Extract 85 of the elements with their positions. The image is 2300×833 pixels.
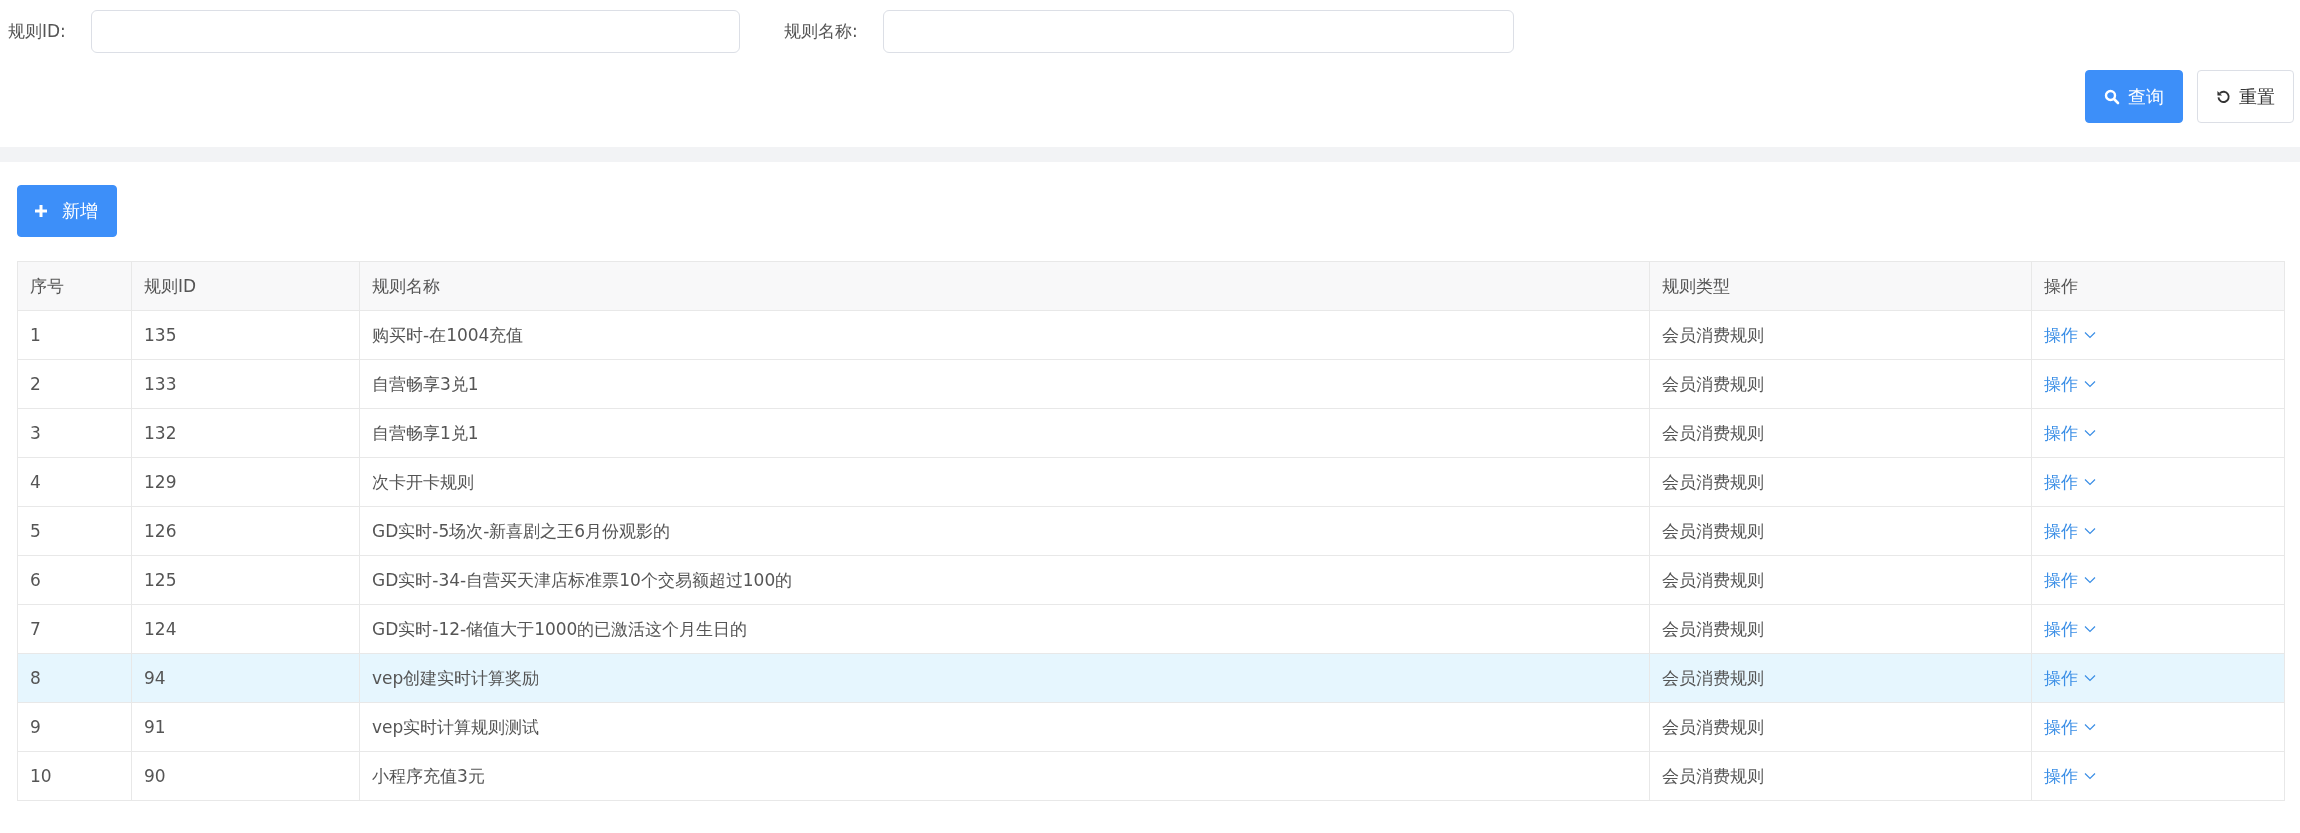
table-row[interactable]: 4 129 次卡开卡规则 会员消费规则 操作 xyxy=(17,457,2285,507)
action-dropdown[interactable]: 操作 xyxy=(2044,470,2096,494)
table-row[interactable]: 1 135 购买时-在1004充值 会员消费规则 操作 xyxy=(17,310,2285,360)
action-dropdown[interactable]: 操作 xyxy=(2044,372,2096,396)
table-cell: 1 xyxy=(17,310,132,360)
table-cell: 2 xyxy=(17,359,132,409)
chevron-down-icon xyxy=(2084,380,2096,388)
chevron-down-icon xyxy=(2084,331,2096,339)
table-cell: 会员消费规则 xyxy=(1649,506,2032,556)
table-cell: 91 xyxy=(131,702,360,752)
plus-icon xyxy=(34,204,48,218)
search-button[interactable]: 查询 xyxy=(2085,70,2183,123)
table-cell: 126 xyxy=(131,506,360,556)
table-row[interactable]: 10 90 小程序充值3元 会员消费规则 操作 xyxy=(17,751,2285,801)
table-cell: 8 xyxy=(17,653,132,703)
table-cell: 10 xyxy=(17,751,132,801)
column-header: 序号 xyxy=(17,261,132,311)
input-field[interactable] xyxy=(91,10,740,53)
table-row[interactable]: 6 125 GD实时-34-自营买天津店标准票10个交易额超过100的 会员消费规则 操作 xyxy=(17,555,2285,605)
column-header: 操作 xyxy=(2031,261,2285,311)
table-cell: 会员消费规则 xyxy=(1649,702,2032,752)
action-dropdown[interactable]: 操作 xyxy=(2044,568,2096,592)
table-cell: 129 xyxy=(131,457,360,507)
table-row[interactable]: 2 133 自营畅享3兑1 会员消费规则 操作 xyxy=(17,359,2285,409)
action-dropdown[interactable]: 操作 xyxy=(2044,519,2096,543)
table-cell: GD实时-5场次-新喜剧之王6月份观影的 xyxy=(359,506,1650,556)
action-dropdown[interactable]: 操作 xyxy=(2044,617,2096,641)
table-cell: 124 xyxy=(131,604,360,654)
search-icon xyxy=(2104,88,2120,105)
action-dropdown[interactable]: 操作 xyxy=(2044,323,2096,347)
table-cell: 90 xyxy=(131,751,360,801)
table-cell: 135 xyxy=(131,310,360,360)
filter-label: 规则ID: xyxy=(8,20,67,43)
table-row[interactable]: 8 94 vep创建实时计算奖励 会员消费规则 操作 xyxy=(17,653,2285,703)
chevron-down-icon xyxy=(2084,625,2096,633)
table-cell: vep实时计算规则测试 xyxy=(359,702,1650,752)
action-dropdown[interactable]: 操作 xyxy=(2044,764,2096,788)
table-cell: 会员消费规则 xyxy=(1649,408,2032,458)
table-cell: 会员消费规则 xyxy=(1649,457,2032,507)
table-cell: GD实时-34-自营买天津店标准票10个交易额超过100的 xyxy=(359,555,1650,605)
table-cell: 会员消费规则 xyxy=(1649,359,2032,409)
table-cell: 购买时-在1004充值 xyxy=(359,310,1650,360)
chevron-down-icon xyxy=(2084,723,2096,731)
table-cell: 会员消费规则 xyxy=(1649,653,2032,703)
table-cell: 125 xyxy=(131,555,360,605)
table-cell: 7 xyxy=(17,604,132,654)
table-row[interactable]: 3 132 自营畅享1兑1 会员消费规则 操作 xyxy=(17,408,2285,458)
table-row[interactable]: 5 126 GD实时-5场次-新喜剧之王6月份观影的 会员消费规则 操作 xyxy=(17,506,2285,556)
table-cell: 会员消费规则 xyxy=(1649,555,2032,605)
table-cell: 132 xyxy=(131,408,360,458)
chevron-down-icon xyxy=(2084,527,2096,535)
chevron-down-icon xyxy=(2084,772,2096,780)
action-dropdown[interactable]: 操作 xyxy=(2044,715,2096,739)
column-header: 规则ID xyxy=(131,261,360,311)
table-cell: 小程序充值3元 xyxy=(359,751,1650,801)
action-dropdown[interactable]: 操作 xyxy=(2044,421,2096,445)
table-cell: 5 xyxy=(17,506,132,556)
undo-icon xyxy=(2216,89,2231,104)
table-cell: 3 xyxy=(17,408,132,458)
table-cell: 自营畅享3兑1 xyxy=(359,359,1650,409)
column-header: 规则类型 xyxy=(1649,261,2032,311)
table-cell: 次卡开卡规则 xyxy=(359,457,1650,507)
table-cell: 6 xyxy=(17,555,132,605)
table-cell: 133 xyxy=(131,359,360,409)
table-cell: 自营畅享1兑1 xyxy=(359,408,1650,458)
table-cell: vep创建实时计算奖励 xyxy=(359,653,1650,703)
input-field[interactable] xyxy=(883,10,1514,53)
reset-button[interactable]: 重置 xyxy=(2197,70,2294,123)
table-cell: 会员消费规则 xyxy=(1649,604,2032,654)
table-cell: 94 xyxy=(131,653,360,703)
filter-label: 规则名称: xyxy=(784,20,859,43)
action-dropdown[interactable]: 操作 xyxy=(2044,666,2096,690)
table-cell: 会员消费规则 xyxy=(1649,310,2032,360)
column-header: 规则名称 xyxy=(359,261,1650,311)
chevron-down-icon xyxy=(2084,674,2096,682)
table-cell: GD实时-12-储值大于1000的已激活这个月生日的 xyxy=(359,604,1650,654)
table-row[interactable]: 9 91 vep实时计算规则测试 会员消费规则 操作 xyxy=(17,702,2285,752)
chevron-down-icon xyxy=(2084,478,2096,486)
table-cell: 会员消费规则 xyxy=(1649,751,2032,801)
table-cell: 4 xyxy=(17,457,132,507)
table-row[interactable]: 7 124 GD实时-12-储值大于1000的已激活这个月生日的 会员消费规则 操作 xyxy=(17,604,2285,654)
chevron-down-icon xyxy=(2084,429,2096,437)
chevron-down-icon xyxy=(2084,576,2096,584)
table-cell: 9 xyxy=(17,702,132,752)
add-button[interactable]: 新增 xyxy=(17,185,117,237)
